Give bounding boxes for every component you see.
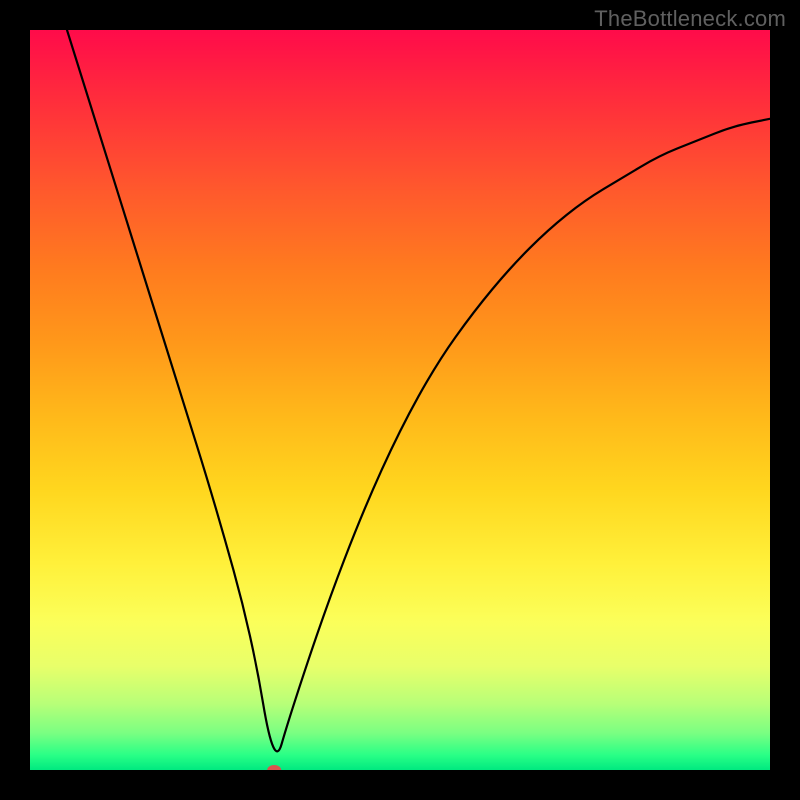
bottleneck-curve bbox=[67, 30, 770, 751]
plot-area bbox=[30, 30, 770, 770]
chart-frame: TheBottleneck.com bbox=[0, 0, 800, 800]
watermark-text: TheBottleneck.com bbox=[594, 6, 786, 32]
curve-svg bbox=[30, 30, 770, 770]
minimum-marker bbox=[267, 765, 281, 770]
